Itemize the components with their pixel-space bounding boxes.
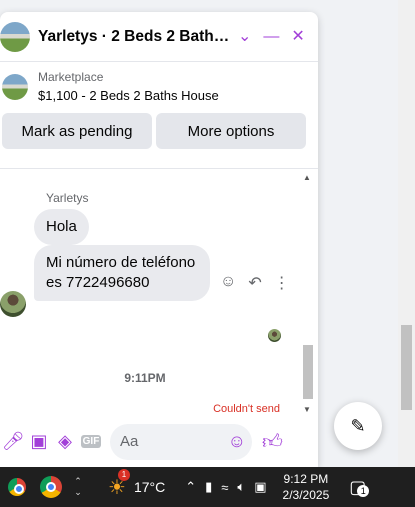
chrome-icon (40, 476, 62, 498)
clock-date: 2/3/2025 (282, 488, 330, 502)
chat-window: Yarletys · 2 Beds 2 Baths H... ⌄ — ✕ Mar… (0, 12, 318, 467)
taskbar: ⌃ ⌄ ☀︎ 1 17°C ⌃ ▮ ≈ 🔈︎ ▣ 9:12 PM 2/3/2025 … (0, 467, 415, 507)
like-icon[interactable]: 👍︎ (262, 430, 283, 454)
marketplace-label: Marketplace (38, 70, 104, 84)
microphone-icon[interactable]: 🎤︎ (0, 431, 26, 452)
weather-icon: ☀︎ 1 (108, 468, 130, 500)
composer: 🎤︎ ▣ ◈ GIF ☺ 👍︎ (0, 416, 318, 467)
image-icon[interactable]: ▣ (26, 431, 52, 452)
chevron-down-icon[interactable]: ⌄ (238, 28, 251, 45)
temperature: 17°C (133, 479, 166, 495)
weather-widget[interactable]: ☀︎ 1 17°C (108, 468, 166, 500)
weather-badge: 1 (118, 468, 130, 481)
minimize-icon[interactable]: — (263, 28, 279, 45)
message-bubble[interactable]: Mi número de teléfono es 7722496680 (34, 245, 210, 301)
listing-title[interactable]: $1,100 - 2 Beds 2 Baths House (38, 88, 219, 103)
scroll-down-arrow-icon[interactable]: ▼ (303, 405, 311, 414)
taskbar-chrome[interactable] (34, 467, 68, 507)
more-vertical-icon[interactable]: ⋮ (274, 273, 290, 293)
message-input[interactable] (120, 433, 220, 450)
volume-muted-icon[interactable]: 🔈︎ (237, 479, 245, 495)
message-scrollbar[interactable]: ▲ ▼ (301, 169, 315, 417)
meet-icon[interactable]: ▣ (254, 479, 266, 495)
message-bubble[interactable]: Hola (34, 209, 89, 245)
send-status: Couldn't send (213, 403, 280, 415)
message-scrollbar-thumb[interactable] (303, 345, 313, 399)
reply-icon[interactable]: ↶ (248, 273, 261, 293)
gif-icon[interactable]: GIF (78, 435, 104, 448)
chat-header[interactable]: Yarletys · 2 Beds 2 Baths H... ⌄ — ✕ (0, 12, 318, 62)
page-scrollbar-thumb[interactable] (401, 325, 412, 410)
sender-avatar[interactable] (0, 291, 26, 317)
emoji-icon[interactable]: ☺ (228, 431, 246, 452)
message-input-wrapper[interactable]: ☺ (110, 423, 252, 460)
mark-as-pending-button[interactable]: Mark as pending (2, 113, 152, 149)
taskbar-scroll[interactable]: ⌃ ⌄ (68, 476, 88, 498)
page-scrollbar[interactable] (398, 0, 415, 467)
chrome-icon (8, 478, 26, 496)
taskbar-app-icon[interactable] (0, 467, 34, 507)
listing-avatar[interactable] (0, 21, 30, 52)
sender-name: Yarletys (46, 191, 89, 205)
compose-icon: ✎ (350, 415, 366, 436)
notification-badge: 1 (357, 484, 370, 497)
battery-icon[interactable]: ▮ (205, 479, 212, 495)
sticker-icon[interactable]: ◈ (52, 431, 78, 452)
marketplace-panel: Marketplace $1,100 - 2 Beds 2 Baths Hous… (0, 62, 318, 149)
message-list[interactable]: Yarletys Hola Mi número de teléfono es 7… (0, 168, 318, 416)
chevron-up-icon[interactable]: ⌃ (185, 479, 196, 495)
message-timestamp: 9:11PM (124, 371, 166, 385)
system-tray[interactable]: ⌃ ▮ ≈ 🔈︎ ▣ (185, 479, 266, 495)
chat-title[interactable]: Yarletys · 2 Beds 2 Baths H... (38, 28, 234, 46)
clock[interactable]: 9:12 PM 2/3/2025 (283, 471, 330, 503)
notification-center-button[interactable]: ▢ 1 (349, 477, 370, 498)
close-icon[interactable]: ✕ (291, 28, 304, 45)
seen-avatar (268, 329, 281, 342)
clock-time: 9:12 PM (283, 472, 329, 486)
more-options-button[interactable]: More options (156, 113, 306, 149)
new-message-button[interactable]: ✎ (334, 402, 382, 450)
wifi-icon[interactable]: ≈ (221, 480, 228, 495)
scroll-up-arrow-icon[interactable]: ▲ (303, 173, 311, 182)
react-emoji-icon[interactable]: ☺ (220, 273, 236, 293)
listing-thumbnail[interactable] (2, 74, 28, 100)
